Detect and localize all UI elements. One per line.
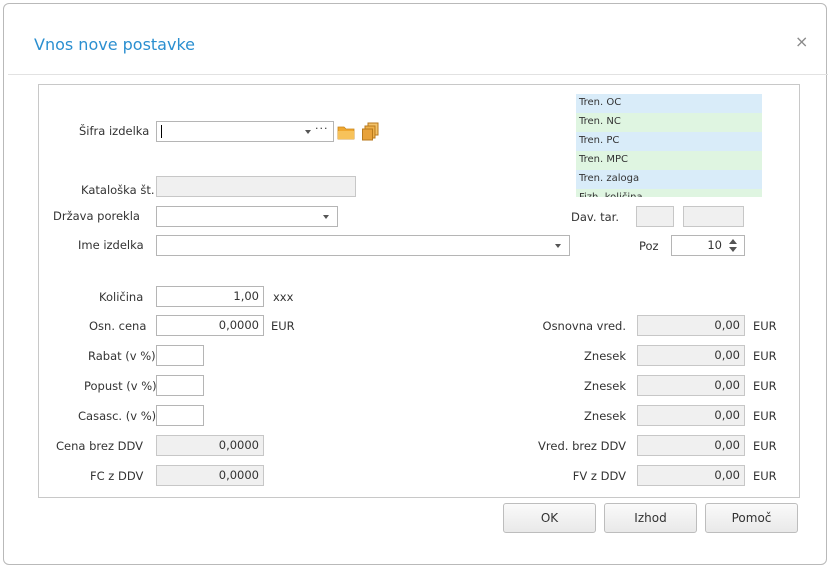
kolicina-input[interactable]: 1,00	[156, 286, 264, 307]
right-field-unit: EUR	[753, 379, 777, 393]
drzava-select[interactable]	[156, 206, 338, 227]
text-cursor	[161, 125, 162, 138]
osn-cena-label: Osn. cena	[89, 319, 147, 333]
info-row: Fizh. količina	[576, 189, 762, 197]
close-icon[interactable]: ×	[795, 32, 808, 51]
kataloska-label: Kataloška št.	[81, 183, 155, 197]
right-field-value: 0,00	[637, 435, 745, 456]
ime-select[interactable]	[156, 235, 570, 256]
right-field-unit: EUR	[753, 469, 777, 483]
casasc-label: Casasc. (v %)	[78, 409, 157, 423]
right-field-value: 0,00	[637, 405, 745, 426]
cena-brez-field: 0,0000	[156, 435, 264, 456]
folder-icon[interactable]	[337, 124, 355, 140]
ok-button[interactable]: OK	[503, 503, 596, 533]
poz-label: Poz	[639, 239, 659, 253]
info-row: Tren. PC	[576, 132, 762, 151]
chevron-down-icon[interactable]	[323, 215, 329, 219]
header-divider	[8, 74, 828, 75]
sifra-label: Šifra izdelka	[79, 124, 150, 138]
info-row: Tren. zaloga	[576, 170, 762, 189]
kataloska-field	[156, 176, 356, 197]
info-row: Tren. OC	[576, 94, 762, 113]
right-field-value: 0,00	[637, 345, 745, 366]
fc-field: 0,0000	[156, 465, 264, 486]
right-field-label: Znesek	[584, 379, 626, 393]
izhod-button[interactable]: Izhod	[604, 503, 697, 533]
right-field-label: Znesek	[584, 409, 626, 423]
browse-ellipsis-icon[interactable]: ···	[315, 122, 329, 135]
right-field-unit: EUR	[753, 319, 777, 333]
popust-label: Popust (v %)	[84, 379, 157, 393]
right-field-label: Znesek	[584, 349, 626, 363]
ime-label: Ime izdelka	[78, 238, 144, 252]
info-row: Tren. MPC	[576, 151, 762, 170]
fc-label: FC z DDV	[90, 469, 144, 483]
rabat-input[interactable]	[156, 345, 204, 366]
pomoc-button[interactable]: Pomoč	[705, 503, 798, 533]
sifra-input[interactable]	[156, 121, 334, 142]
chevron-down-icon[interactable]	[555, 244, 561, 248]
copy-icon[interactable]	[362, 122, 380, 141]
stepper-arrows-icon[interactable]	[728, 238, 738, 253]
kolicina-unit: xxx	[273, 290, 294, 304]
right-field-label: Osnovna vred.	[542, 319, 626, 333]
right-field-label: FV z DDV	[572, 469, 626, 483]
right-field-unit: EUR	[753, 349, 777, 363]
right-field-value: 0,00	[637, 315, 745, 336]
info-row: Tren. NC	[576, 113, 762, 132]
dav-tar-label: Dav. tar.	[571, 210, 620, 224]
rabat-label: Rabat (v %)	[88, 349, 156, 363]
dav-tar-field-1	[636, 206, 674, 227]
dav-tar-field-2	[683, 206, 744, 227]
cena-brez-label: Cena brez DDV	[56, 439, 144, 453]
casasc-input[interactable]	[156, 405, 204, 426]
kolicina-label: Količina	[99, 290, 144, 304]
right-field-label: Vred. brez DDV	[538, 439, 626, 453]
dialog-title: Vnos nove postavke	[34, 35, 195, 54]
right-field-unit: EUR	[753, 409, 777, 423]
chevron-down-icon[interactable]	[305, 130, 311, 134]
drzava-label: Država porekla	[53, 209, 140, 223]
right-field-value: 0,00	[637, 465, 745, 486]
item-info-panel: Tren. OC Tren. NC Tren. PC Tren. MPC Tren. z…	[576, 94, 762, 197]
popust-input[interactable]	[156, 375, 204, 396]
osn-cena-unit: EUR	[271, 319, 295, 333]
right-field-unit: EUR	[753, 439, 777, 453]
right-field-value: 0,00	[637, 375, 745, 396]
osn-cena-input[interactable]: 0,0000	[156, 315, 264, 336]
